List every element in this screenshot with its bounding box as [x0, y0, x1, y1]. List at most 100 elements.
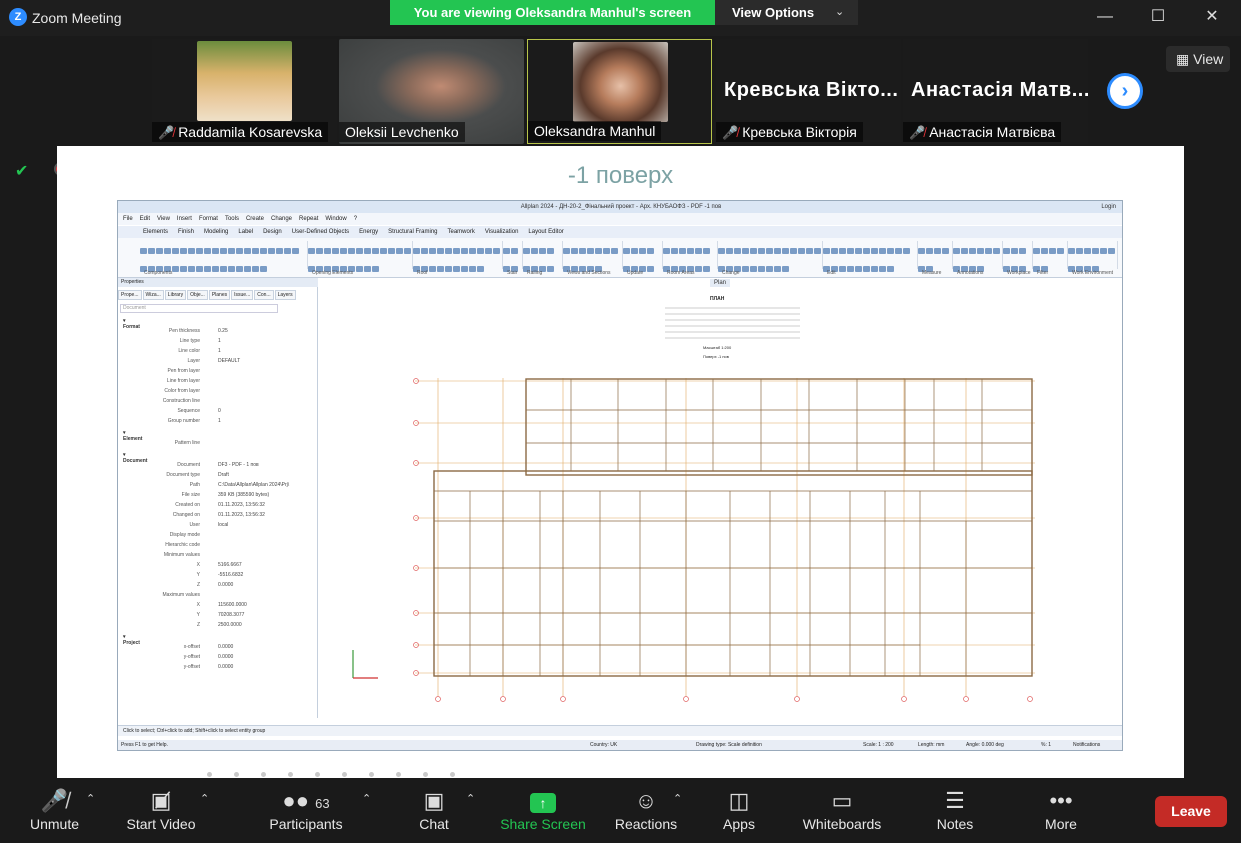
video-off-icon: ▣̸: [150, 788, 172, 813]
property-key: Display mode: [169, 532, 200, 538]
allplan-window: Allplan 2024 - ДН-20-2_Фінальний проект …: [117, 200, 1123, 751]
ribbon-group-label: Roof: [417, 270, 428, 276]
ribbon-group-label: Work Environment: [1072, 270, 1114, 276]
allplan-tab: Layout Editor: [528, 229, 564, 235]
reactions-options-caret[interactable]: ⌃: [673, 792, 682, 805]
share-screen-button[interactable]: ↑ Share Screen: [500, 786, 586, 832]
more-button[interactable]: ••• More: [1040, 786, 1082, 832]
ribbon-group-label: Update: [627, 270, 644, 276]
property-value: 1: [218, 338, 221, 344]
status-notifications: Notifications: [1073, 742, 1101, 748]
audio-options-caret[interactable]: ⌃: [86, 792, 95, 805]
ribbon-group: [718, 241, 823, 272]
property-key: y-offset: [183, 664, 200, 670]
property-key: Y: [196, 572, 200, 578]
chevron-down-icon[interactable]: ⌄: [835, 0, 844, 25]
property-value: Draft: [218, 472, 229, 478]
start-video-button[interactable]: ▣̸ Start Video: [120, 786, 202, 832]
mic-muted-icon: 🎤̸: [722, 125, 739, 140]
allplan-menu-item: View: [157, 216, 170, 222]
property-key: Pen thickness: [168, 328, 200, 334]
video-options-caret[interactable]: ⌃: [200, 792, 209, 805]
property-key: Y: [196, 612, 200, 618]
property-value: 359 KB (385590 bytes): [218, 492, 270, 498]
apps-icon: ◫: [728, 788, 750, 813]
leave-button[interactable]: Leave: [1155, 796, 1227, 827]
maximize-icon[interactable]: ☐: [1146, 6, 1170, 28]
property-key: Minimum values: [163, 552, 200, 558]
participants-options-caret[interactable]: ⌃: [362, 792, 371, 805]
properties-tab: Issue...: [231, 290, 254, 300]
property-value: 115600.0000: [218, 602, 247, 608]
participant-tile[interactable]: Анастасія Матв... 🎤̸ Анастасія Матвієва: [903, 39, 1088, 144]
allplan-tab: User-Defined Objects: [291, 229, 350, 235]
property-key: Sequence: [177, 408, 200, 414]
notes-button[interactable]: ☰ Notes: [932, 786, 978, 832]
property-key: Pen from layer: [167, 368, 200, 374]
apps-button[interactable]: ◫ Apps: [718, 786, 760, 832]
participants-icon: ●●: [282, 788, 309, 813]
participant-tile[interactable]: Oleksii Levchenko: [339, 39, 524, 144]
more-label: More: [1045, 816, 1077, 832]
allplan-menu-item: Window: [325, 216, 347, 222]
participant-tile-active-speaker[interactable]: Oleksandra Manhul: [527, 39, 712, 144]
allplan-tab: Label: [238, 229, 254, 235]
allplan-menu-item: ?: [353, 216, 358, 222]
property-key: Document: [177, 462, 200, 468]
chat-button[interactable]: ▣ Chat: [410, 786, 458, 832]
participant-video: [573, 42, 668, 122]
participants-button[interactable]: ●● 63 Participants: [263, 786, 349, 832]
property-key: Created on: [175, 502, 200, 508]
properties-tab: Planes: [208, 290, 231, 300]
status-country: Country: UK: [590, 742, 618, 748]
whiteboards-button[interactable]: ▭ Whiteboards: [798, 786, 886, 832]
participant-tile[interactable]: Кревська Вікто... 🎤̸ Кревська Вікторія: [716, 39, 901, 144]
reactions-button[interactable]: ☺ Reactions: [614, 786, 678, 832]
property-key: Maximum values: [162, 592, 200, 598]
allplan-menu-item: File: [123, 216, 133, 222]
status-help: Press F1 to get Help.: [121, 742, 168, 748]
property-key: Line color: [178, 348, 200, 354]
property-key: X: [196, 562, 200, 568]
chat-options-caret[interactable]: ⌃: [466, 792, 475, 805]
participant-tile[interactable]: 🎤̸ Raddamila Kosarevska: [152, 39, 337, 144]
participant-name: Oleksii Levchenko: [345, 124, 459, 140]
close-icon[interactable]: ✕: [1200, 6, 1224, 28]
ribbon-group: [308, 241, 413, 272]
unmute-button[interactable]: 🎤̸ Unmute: [22, 786, 87, 832]
allplan-tab: Structural Framing: [388, 229, 438, 235]
ribbon-group: [523, 241, 563, 272]
allplan-tab: Energy: [359, 229, 379, 235]
properties-tabs: Prope... Wiza... Library Obje... Planes Issue…: [118, 290, 318, 300]
window-title: Zoom Meeting: [32, 10, 122, 26]
view-button[interactable]: ▦ View: [1166, 46, 1230, 72]
allplan-menu-item: Format: [198, 216, 218, 222]
status-scale: Scale: 1 : 200: [863, 742, 894, 748]
participant-name: Анастасія Матвієва: [929, 124, 1056, 140]
participant-name: Кревська Вікторія: [742, 124, 857, 140]
drawing-canvas: Plan ПЛАН Масштаб 1:200 Поверх -1 пов: [320, 278, 1122, 718]
next-page-button[interactable]: ›: [1107, 73, 1143, 109]
allplan-login: Login: [1101, 204, 1116, 210]
allplan-tab: Visualization: [484, 229, 519, 235]
minimize-icon[interactable]: —: [1093, 6, 1117, 28]
mic-muted-icon: 🎤̸: [909, 125, 926, 140]
ribbon-group: [1033, 241, 1068, 272]
participant-display-name: Кревська Вікто...: [724, 79, 899, 101]
property-value: 0.0000: [218, 664, 234, 670]
participant-video: [197, 41, 292, 121]
reactions-label: Reactions: [614, 816, 678, 832]
property-value: 2500.0000: [218, 622, 242, 628]
allplan-menu-item: Insert: [176, 216, 192, 222]
chevron-right-icon: ›: [1121, 80, 1129, 102]
property-value: DEFAULT: [218, 358, 241, 364]
property-value: DF3 - PDF - 1 пов: [218, 462, 259, 468]
allplan-menu-bar: File Edit View Insert Format Tools Create Chang…: [118, 213, 1122, 225]
document-field: Document: [120, 304, 278, 313]
property-value: 01.11.2023, 13:56:32: [218, 512, 265, 518]
ribbon-group-label: Stair: [507, 270, 518, 276]
ribbon-group-label: Components: [144, 270, 173, 276]
ribbon-group: [413, 241, 503, 272]
shield-check-icon[interactable]: ✔: [15, 161, 33, 180]
property-value: 0: [218, 408, 221, 414]
